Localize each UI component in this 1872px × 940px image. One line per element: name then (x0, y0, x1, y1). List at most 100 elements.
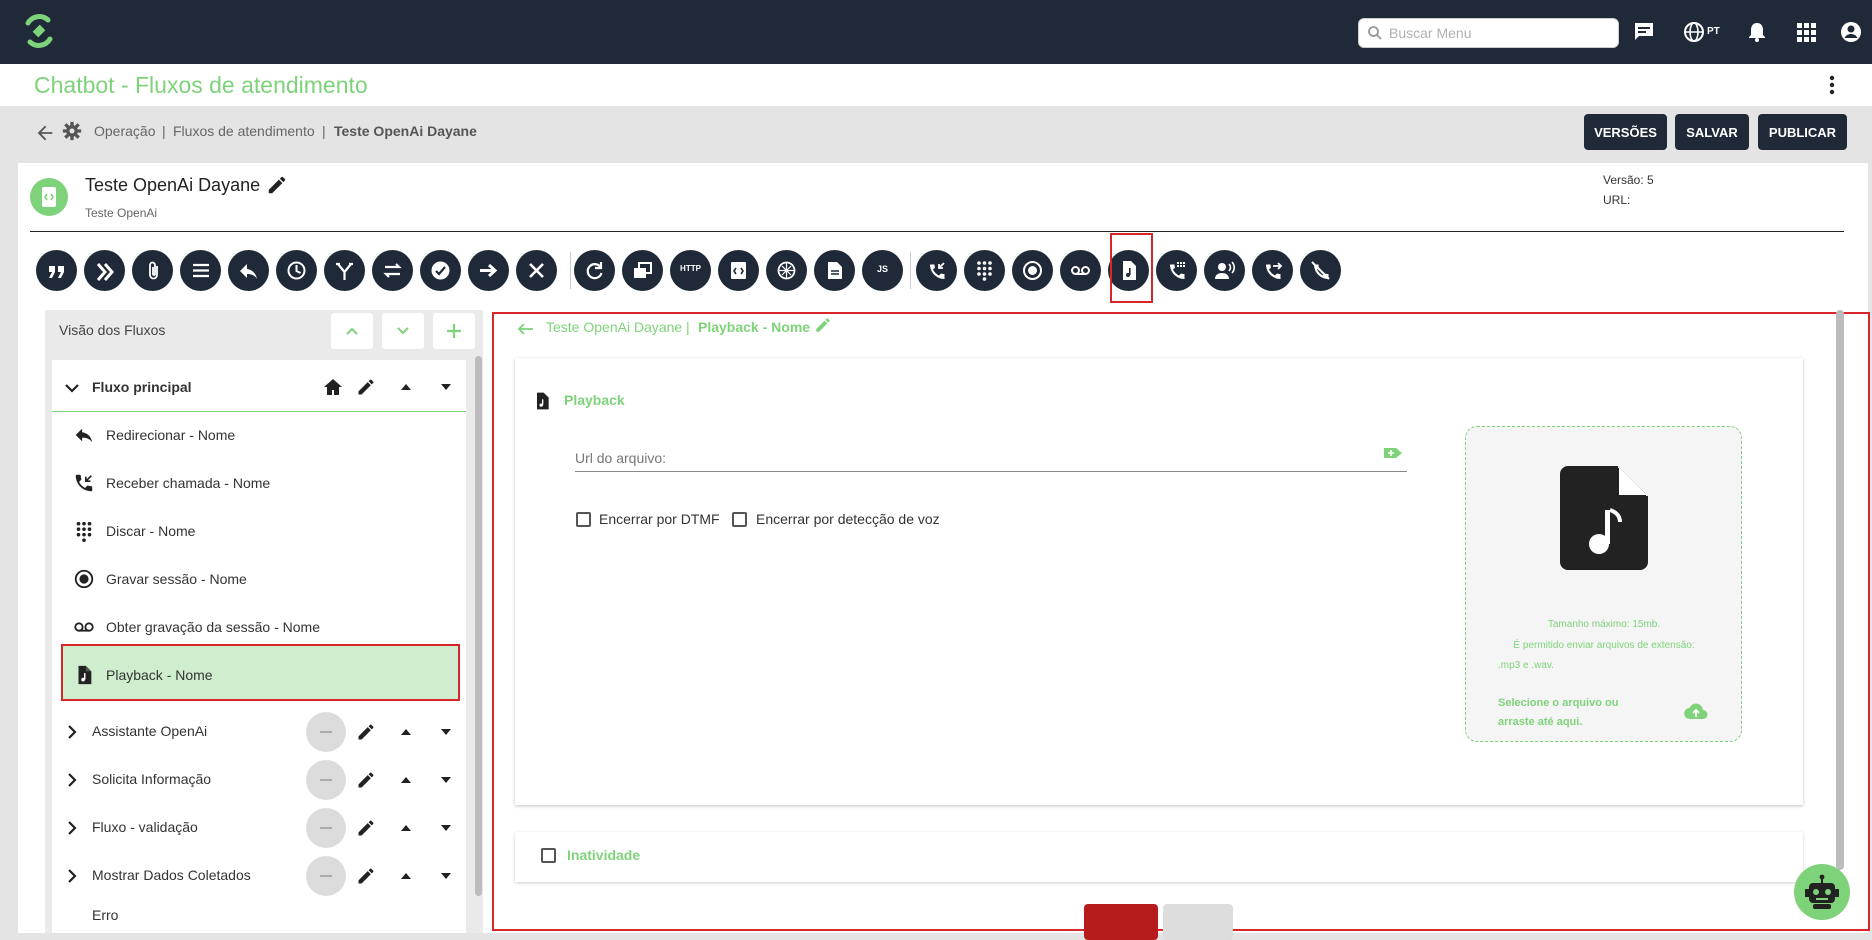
edit-pencil-icon[interactable] (356, 722, 376, 742)
sub-flow-label[interactable]: Solicita Informação (92, 771, 211, 787)
tool-voicemail-button[interactable] (1060, 250, 1101, 291)
tool-menu-list-button[interactable] (180, 250, 221, 291)
chevron-right-icon[interactable] (62, 818, 82, 838)
globe-icon[interactable] (1682, 20, 1706, 44)
tool-openai-button[interactable] (766, 250, 807, 291)
arrow-up-icon[interactable] (396, 377, 416, 397)
phone-keypad-icon (1170, 262, 1185, 279)
tool-call-forward-button[interactable] (1252, 250, 1293, 291)
error-flow-label[interactable]: Erro (92, 907, 118, 923)
main-flow-label[interactable]: Fluxo principal (92, 379, 192, 395)
flow-status-indicator (306, 760, 346, 800)
chatbot-assistant-button[interactable] (1794, 864, 1850, 920)
publish-button[interactable]: PUBLICAR (1758, 114, 1847, 150)
save-button[interactable]: SALVAR (1675, 114, 1749, 150)
user-account-icon[interactable] (1839, 20, 1863, 44)
arrow-down-icon[interactable] (436, 818, 456, 838)
arrow-up-icon[interactable] (396, 818, 416, 838)
tool-incoming-call-button[interactable] (916, 250, 957, 291)
language-label[interactable]: PT (1707, 26, 1720, 37)
tool-refresh-button[interactable] (574, 250, 615, 291)
layers-icon (634, 262, 652, 278)
dtmf-checkbox[interactable] (576, 512, 591, 527)
bell-icon[interactable] (1745, 20, 1769, 44)
more-vert-icon[interactable] (1822, 74, 1842, 96)
inactivity-checkbox[interactable] (541, 848, 556, 863)
cloud-upload-icon[interactable] (1683, 702, 1709, 722)
chevron-right-icon[interactable] (62, 722, 82, 742)
versions-button[interactable]: VERSÕES (1584, 114, 1667, 150)
tool-swap-button[interactable] (372, 250, 413, 291)
back-arrow-icon[interactable] (515, 320, 535, 338)
arrow-up-icon[interactable] (396, 722, 416, 742)
arrow-down-icon[interactable] (436, 722, 456, 742)
flows-scrollbar[interactable] (475, 356, 482, 896)
arrow-up-icon[interactable] (396, 866, 416, 886)
sub-flow-label[interactable]: Assistante OpenAi (92, 723, 207, 739)
tool-record-button[interactable] (1012, 250, 1053, 291)
url-field[interactable] (575, 471, 1407, 472)
editor-scrollbar[interactable] (1836, 310, 1844, 870)
tool-attachment-button[interactable] (132, 250, 173, 291)
tool-reply-button[interactable] (228, 250, 269, 291)
delete-button[interactable] (1084, 904, 1158, 940)
tool-fork-button[interactable] (324, 250, 365, 291)
editor-breadcrumb-flow[interactable]: Teste OpenAi Dayane (546, 319, 682, 335)
tool-code-button[interactable] (718, 250, 759, 291)
search-input[interactable]: Buscar Menu (1358, 18, 1619, 48)
tool-arrow-right-button[interactable] (468, 250, 509, 291)
arrow-down-icon[interactable] (436, 770, 456, 790)
apps-grid-icon[interactable] (1794, 20, 1818, 44)
edit-pencil-icon[interactable] (356, 377, 376, 397)
tool-check-button[interactable] (420, 250, 461, 291)
tool-hangup-button[interactable] (1300, 250, 1341, 291)
version-label: Versão: 5 (1603, 173, 1654, 187)
tool-layers-button[interactable] (622, 250, 663, 291)
flow-name: Teste OpenAi Dayane (85, 175, 261, 195)
move-up-button[interactable] (331, 313, 373, 349)
tool-document-button[interactable] (814, 250, 855, 291)
tool-quote-button[interactable] (36, 250, 77, 291)
breadcrumb-separator: | (322, 123, 326, 139)
sub-flow-label[interactable]: Mostrar Dados Coletados (92, 867, 251, 883)
edit-pencil-icon[interactable] (266, 174, 288, 196)
edit-pencil-icon[interactable] (356, 818, 376, 838)
tool-voice-detect-button[interactable] (1204, 250, 1245, 291)
node-item[interactable]: Receber chamada - Nome (106, 475, 270, 491)
arrow-down-icon[interactable] (436, 866, 456, 886)
edit-pencil-icon[interactable] (356, 866, 376, 886)
sub-flow-label[interactable]: Fluxo - validação (92, 819, 198, 835)
voice-detect-checkbox[interactable] (732, 512, 747, 527)
tool-http-button[interactable]: HTTP (670, 250, 711, 291)
tool-double-chevron-button[interactable] (84, 250, 125, 291)
breadcrumb-operacao[interactable]: Operação (94, 123, 155, 139)
chevron-down-icon[interactable] (62, 378, 82, 398)
back-arrow-icon[interactable] (34, 122, 56, 144)
variable-insert-icon[interactable] (1382, 444, 1404, 462)
secondary-button[interactable] (1163, 904, 1233, 940)
move-down-button[interactable] (382, 313, 424, 349)
node-item[interactable]: Obter gravação da sessão - Nome (106, 619, 320, 635)
node-item[interactable]: Redirecionar - Nome (106, 427, 235, 443)
node-item[interactable]: Gravar sessão - Nome (106, 571, 247, 587)
chevron-right-icon[interactable] (62, 866, 82, 886)
upload-select-link[interactable]: Selecione o arquivo ou arraste até aqui. (1498, 694, 1658, 732)
chevron-right-icon[interactable] (62, 770, 82, 790)
tool-phone-keypad-button[interactable] (1156, 250, 1197, 291)
audio-file-large-icon (1560, 466, 1648, 570)
arrow-up-icon[interactable] (396, 770, 416, 790)
edit-pencil-icon[interactable] (356, 770, 376, 790)
tool-js-button[interactable]: JS (862, 250, 903, 291)
add-flow-button[interactable] (433, 313, 475, 349)
breadcrumb-fluxos[interactable]: Fluxos de atendimento (173, 123, 315, 139)
selected-tool-highlight (1110, 233, 1153, 303)
tool-close-button[interactable] (516, 250, 557, 291)
arrow-down-icon[interactable] (436, 377, 456, 397)
chat-icon[interactable] (1632, 20, 1656, 44)
app-logo-icon[interactable] (22, 14, 56, 48)
edit-pencil-icon[interactable] (814, 316, 832, 334)
tool-dialpad-button[interactable] (964, 250, 1005, 291)
node-item[interactable]: Playback - Nome (106, 667, 213, 683)
tool-clock-button[interactable] (276, 250, 317, 291)
node-item[interactable]: Discar - Nome (106, 523, 195, 539)
